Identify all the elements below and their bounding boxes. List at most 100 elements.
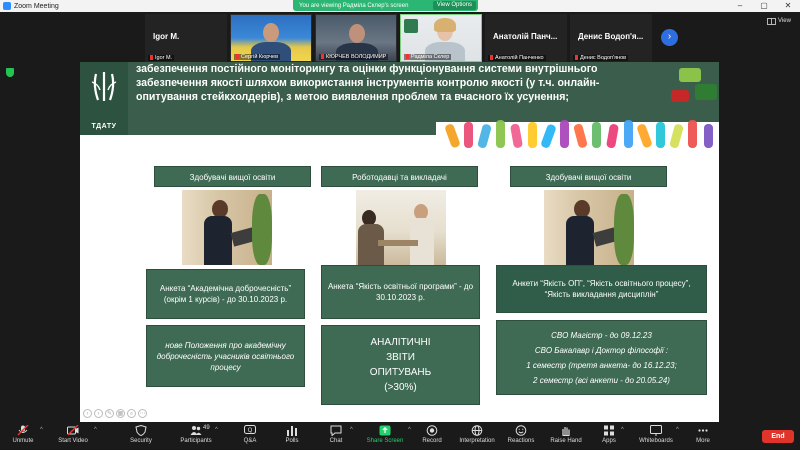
muted-mic-icon — [150, 55, 153, 61]
meeting-toolbar: Unmute ^ Start Video ^ Security Particip… — [0, 422, 800, 450]
meeting-photo — [356, 190, 446, 265]
viewing-banner-text: You are viewing Радміла Склер's screen — [299, 2, 409, 9]
record-icon — [426, 425, 438, 436]
column-2-result-line-2: ЗВІТИ — [386, 352, 415, 363]
whiteboards-button[interactable]: Whiteboards — [636, 422, 676, 450]
zoom-button[interactable]: ⌕ — [127, 409, 136, 418]
column-1-result-box: нове Положення про академічну доброчесні… — [146, 325, 305, 387]
column-1-title: Здобувачі вищої освіти — [154, 166, 311, 187]
participant-tile[interactable]: Igor M. Igor M. — [145, 14, 227, 62]
whiteboard-icon — [650, 425, 662, 436]
interpretation-button[interactable]: Interpretation — [456, 422, 498, 450]
participants-icon — [190, 426, 202, 435]
shield-icon — [135, 425, 147, 436]
next-slide-button[interactable]: › — [94, 409, 103, 418]
grid-view-icon — [767, 17, 776, 25]
chevron-right-icon: › — [667, 31, 672, 42]
chat-icon — [330, 425, 342, 436]
previous-slide-button[interactable]: ‹ — [83, 409, 92, 418]
next-participants-button[interactable]: › — [661, 29, 678, 46]
pen-tool-button[interactable]: ✎ — [105, 409, 114, 418]
audio-options-caret[interactable]: ^ — [40, 427, 43, 433]
participants-count: 49 — [203, 425, 210, 431]
video-options-caret[interactable]: ^ — [94, 427, 97, 433]
university-logo — [404, 19, 418, 33]
participant-tile[interactable]: Анатолій Панч... Анатолій Панченко — [485, 14, 567, 62]
chat-button[interactable]: Chat — [322, 422, 350, 450]
record-button[interactable]: Record — [418, 422, 446, 450]
wheat-icon — [91, 72, 117, 101]
muted-mic-icon — [406, 54, 409, 60]
qa-icon: Q — [244, 425, 256, 434]
participants-options-caret[interactable]: ^ — [215, 427, 218, 433]
slideshow-controls: ‹ › ✎ ▦ ⌕ ⋯ — [83, 409, 147, 419]
security-button[interactable]: Security — [124, 422, 158, 450]
polls-button[interactable]: Polls — [278, 422, 306, 450]
speech-bubbles-image — [665, 62, 719, 116]
encryption-shield-icon[interactable] — [6, 68, 14, 77]
window-title: Zoom Meeting — [14, 2, 59, 10]
participant-video-tile[interactable]: КЮРЧЕВ ВОЛОДИМИР — [315, 14, 397, 62]
student-photo — [544, 190, 634, 265]
apps-button[interactable]: Apps — [596, 422, 622, 450]
smiley-icon — [515, 425, 527, 436]
column-3-result-line-3: 1 семестр (третя анкета- до 16.12.23; — [526, 360, 677, 370]
column-3-result-box: СВО Магістр - до 09.12.23 СВО Бакалавр і… — [496, 320, 707, 395]
chat-options-caret[interactable]: ^ — [350, 427, 353, 433]
column-1-survey-box: Анкета “Академічна доброчесність” (окрім… — [146, 269, 305, 319]
view-options-button[interactable]: View Options — [432, 1, 476, 10]
muted-mic-icon — [17, 425, 29, 436]
share-screen-icon — [379, 425, 391, 436]
column-2-result-box: АНАЛІТИЧНІ ЗВІТИ ОПИТУВАНЬ (>30%) — [321, 325, 480, 405]
column-3-result-line-2: СВО Бакалавр і Доктор філософії : — [534, 345, 669, 355]
qa-button[interactable]: Q Q&A — [236, 422, 264, 450]
video-off-icon — [67, 425, 79, 436]
column-2-result-line-4: (>30%) — [384, 382, 417, 393]
student-photo — [182, 190, 272, 265]
share-options-caret[interactable]: ^ — [408, 427, 411, 433]
column-3-survey: Анкети “Якість ОП”, “Якість освітнього п… — [512, 279, 691, 299]
participant-video-tile[interactable]: Сергій Кюрчев — [230, 14, 312, 62]
participants-button[interactable]: Participants — [176, 422, 216, 450]
minimize-button[interactable]: – — [728, 0, 752, 12]
slide-header: ТДАТУ забезпечення постійного моніторинг… — [80, 62, 719, 150]
maximize-button[interactable]: ▢ — [752, 0, 776, 12]
participant-name: Igor M. — [153, 32, 180, 41]
start-video-button[interactable]: Start Video — [52, 422, 94, 450]
column-2-title: Роботодавці та викладачі — [321, 166, 478, 187]
unmute-button[interactable]: Unmute — [6, 422, 40, 450]
hand-icon — [562, 427, 570, 436]
raise-hand-button[interactable]: Raise Hand — [548, 422, 584, 450]
apps-icon — [604, 425, 614, 436]
participant-tile[interactable]: Денис Водоп'я... Денис Водоп'янов — [570, 14, 652, 62]
active-speaker-video-tile[interactable]: Радміла Склер — [400, 14, 482, 62]
person-body — [204, 216, 232, 265]
end-meeting-button[interactable]: End — [762, 430, 794, 443]
plant — [614, 194, 634, 265]
more-options-button[interactable]: ⋯ — [138, 409, 147, 418]
muted-mic-icon — [236, 54, 239, 60]
participant-label: Радміла Склер — [404, 54, 452, 60]
participant-face — [263, 23, 279, 42]
column-2-result-line-1: АНАЛІТИЧНІ — [370, 337, 431, 348]
participant-label: Igor M. — [148, 55, 175, 61]
more-button[interactable]: More — [690, 422, 716, 450]
slides-overview-button[interactable]: ▦ — [116, 409, 125, 418]
view-layout-button[interactable]: View — [767, 15, 797, 27]
participant-label: Денис Водоп'янов — [573, 55, 629, 61]
close-button[interactable]: ✕ — [776, 0, 800, 12]
whiteboards-options-caret[interactable]: ^ — [676, 427, 679, 433]
reactions-button[interactable]: Reactions — [506, 422, 536, 450]
participant-hair — [434, 18, 456, 32]
apps-options-caret[interactable]: ^ — [621, 427, 624, 433]
table — [378, 240, 418, 246]
muted-mic-icon — [490, 55, 493, 61]
participant-face — [349, 24, 365, 43]
logo-text: ТДАТУ — [91, 123, 117, 130]
column-1-survey: Анкета “Академічна доброчесність” (окрім… — [159, 284, 292, 304]
column-3-title: Здобувачі вищої освіти — [510, 166, 667, 187]
view-label: View — [778, 18, 791, 24]
svg-text:Q: Q — [248, 427, 253, 434]
share-screen-button[interactable]: Share Screen — [362, 422, 408, 450]
participant-name: Анатолій Панч... — [493, 32, 558, 41]
